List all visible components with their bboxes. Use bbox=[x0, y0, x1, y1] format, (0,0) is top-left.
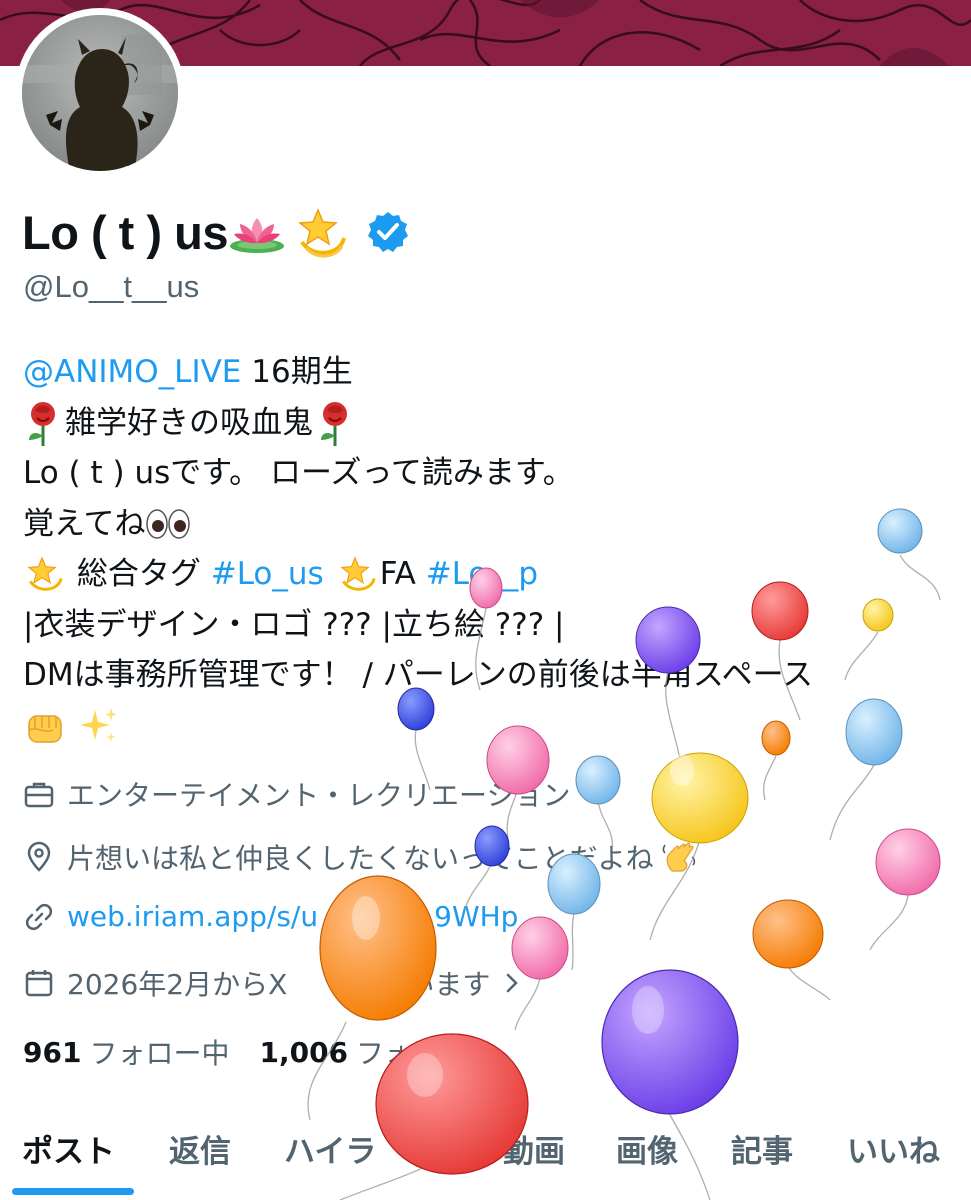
following-link[interactable]: 961 フォロー中 bbox=[23, 1032, 229, 1072]
link-icon bbox=[25, 903, 53, 930]
eyes-emoji-icon bbox=[146, 509, 191, 539]
location-text: 片想いは私と仲良くしたくないってことだよね bbox=[67, 842, 654, 875]
bio-line-2: 雑学好きの吸血鬼 bbox=[23, 398, 953, 449]
verified-badge-icon[interactable] bbox=[366, 210, 410, 254]
lotus-emoji-icon bbox=[229, 218, 284, 253]
profile-website: web.iriam.app/s/u 9WHp bbox=[23, 900, 963, 933]
followers-count: 1,006 bbox=[259, 1035, 349, 1069]
avatar-image bbox=[22, 15, 178, 171]
bio-line-6: |衣装デザイン・ロゴ ??? |立ち絵 ??? | bbox=[23, 600, 953, 651]
rose-emoji-icon bbox=[321, 401, 347, 446]
bio-line-1: @ANIMO_LIVE 16期生 bbox=[23, 347, 953, 398]
hashtag-general[interactable]: #Lo_us bbox=[211, 549, 324, 600]
fist-emoji-icon bbox=[28, 715, 62, 743]
briefcase-icon bbox=[24, 782, 54, 808]
dizzy-emoji-icon bbox=[298, 208, 346, 258]
profile-category: エンターテイメント・レクリエーション bbox=[23, 774, 963, 814]
tab-likes[interactable]: いいね bbox=[847, 1126, 940, 1171]
user-handle: @Lo__t__us bbox=[23, 269, 200, 304]
profile-tabs: ポスト 返信 ハイラ 動画 画像 記事 いいね bbox=[0, 1112, 971, 1200]
bio-line-8 bbox=[23, 701, 953, 752]
profile-bio: @ANIMO_LIVE 16期生 雑学好きの吸血鬼 Lo ( t ) usです。… bbox=[23, 347, 953, 751]
display-name-row: Lo ( t ) us bbox=[22, 200, 410, 264]
location-pin-icon bbox=[27, 841, 51, 872]
bio-reading-text: Lo ( t ) usです。 ローズって読みます。 bbox=[23, 455, 574, 491]
category-text: エンターテイメント・レクリエーション bbox=[67, 779, 571, 812]
tab-videos[interactable]: 動画 bbox=[503, 1126, 565, 1171]
dizzy-emoji-icon bbox=[27, 556, 63, 591]
display-name: Lo ( t ) us bbox=[22, 205, 228, 259]
tab-articles[interactable]: 記事 bbox=[731, 1126, 793, 1171]
bio-dm-text: DMは事務所管理です！ / パーレンの前後は半角スペース bbox=[23, 657, 814, 693]
bio-line-3: Lo ( t ) usです。 ローズって読みます。 bbox=[23, 448, 953, 499]
follow-stats: 961 フォロー中 1,006 フォ bbox=[23, 1032, 412, 1072]
hashtag-fanart[interactable]: #Lo__p bbox=[426, 549, 538, 600]
website-link-end[interactable]: 9WHp bbox=[434, 900, 518, 933]
sparkles-emoji-icon bbox=[80, 707, 117, 742]
tab-replies[interactable]: 返信 bbox=[169, 1126, 231, 1171]
mention-link[interactable]: @ANIMO_LIVE bbox=[23, 347, 241, 398]
profile-avatar[interactable] bbox=[15, 8, 185, 178]
profile-joined-date[interactable]: 2026年2月からX しています bbox=[23, 963, 963, 1003]
bio-line-4: 覚えてね bbox=[23, 499, 953, 550]
joined-text-start: 2026年2月からX bbox=[67, 968, 288, 1001]
website-link[interactable]: web.iriam.app/s/u bbox=[67, 900, 318, 933]
tab-highlights[interactable]: ハイラ bbox=[284, 1126, 376, 1171]
bio-line-5: 総合タグ #Lo_us FA #Lo__p bbox=[23, 549, 953, 600]
waving-hand-emoji-icon bbox=[662, 842, 695, 872]
followers-link[interactable]: 1,006 フォ bbox=[259, 1032, 412, 1072]
bio-fa-label: FA bbox=[379, 556, 426, 592]
bio-general-tag-label: 総合タグ bbox=[67, 556, 211, 592]
dizzy-emoji-icon bbox=[340, 556, 376, 591]
following-count: 961 bbox=[23, 1035, 82, 1069]
bio-credits-text: |衣装デザイン・ロゴ ??? |立ち絵 ??? | bbox=[23, 606, 565, 643]
chevron-right-icon bbox=[507, 973, 519, 993]
bio-generation-text: 16期生 bbox=[241, 354, 353, 390]
active-tab-indicator bbox=[12, 1188, 134, 1195]
tab-posts[interactable]: ポスト bbox=[22, 1126, 115, 1171]
joined-text-end: しています bbox=[351, 968, 491, 1001]
calendar-icon bbox=[25, 970, 53, 997]
tab-photos[interactable]: 画像 bbox=[616, 1126, 678, 1171]
bio-line-7: DMは事務所管理です！ / パーレンの前後は半角スペース bbox=[23, 650, 953, 701]
bio-vampire-text: 雑学好きの吸血鬼 bbox=[65, 404, 313, 441]
profile-location: 片想いは私と仲良くしたくないってことだよね bbox=[23, 837, 963, 877]
followers-label: フォ bbox=[356, 1037, 413, 1070]
rose-emoji-icon bbox=[29, 401, 55, 446]
bio-remember-text: 覚えてね bbox=[23, 505, 146, 542]
following-label: フォロー中 bbox=[89, 1037, 230, 1070]
